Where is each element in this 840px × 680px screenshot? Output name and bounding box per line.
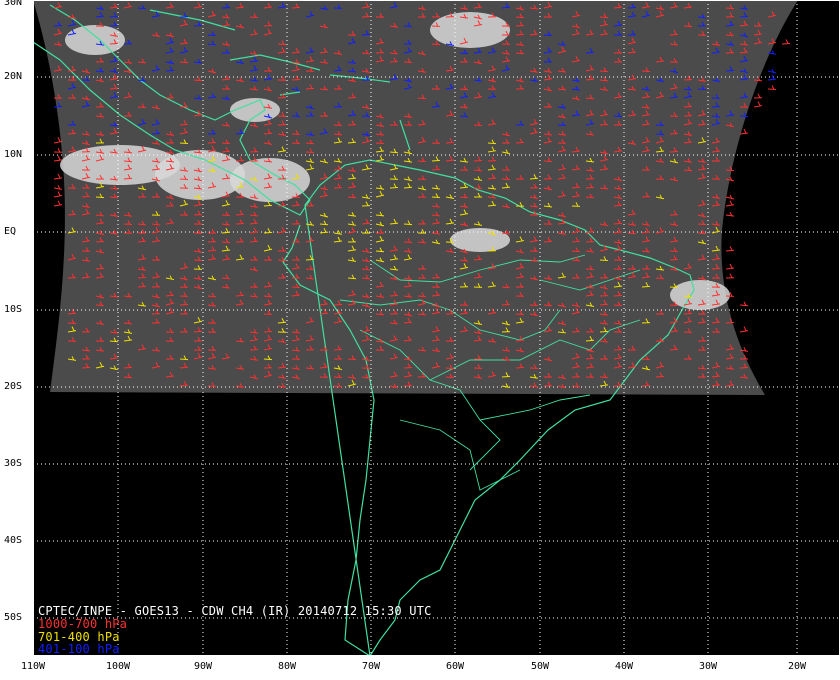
map-canvas (0, 0, 840, 680)
cloud-patch (230, 158, 310, 202)
lat-label-40s: 40S (4, 535, 23, 546)
lat-label-10n: 10N (4, 149, 23, 160)
lon-label-30w: 30W (698, 661, 718, 672)
cloud-patch (430, 12, 510, 48)
lon-label-40w: 40W (614, 661, 634, 672)
lon-label-50w: 50W (530, 661, 550, 672)
cloud-patch (65, 25, 125, 55)
lat-label-50s: 50S (4, 612, 23, 623)
lat-label-30s: 30S (4, 458, 23, 469)
lon-label-90w: 90W (193, 661, 213, 672)
legend-high-level: 401-100 hPa (38, 642, 120, 656)
legend-low-level: 1000-700 hPa (38, 617, 128, 631)
lat-label-20n: 20N (4, 71, 23, 82)
lon-label-20w: 20W (787, 661, 807, 672)
lat-label-30n: 30N (4, 0, 23, 8)
lon-label-60w: 60W (445, 661, 465, 672)
map-title: CPTEC/INPE - GOES13 - CDW CH4 (IR) 20140… (38, 604, 432, 618)
lon-label-70w: 70W (361, 661, 381, 672)
lat-label-20s: 20S (4, 381, 23, 392)
lon-label-80w: 80W (277, 661, 297, 672)
lat-label-eq: EQ (4, 226, 17, 237)
cloud-patch (670, 280, 730, 310)
satellite-image-region (33, 0, 798, 395)
left-margin (0, 0, 33, 680)
map-figure: 30N 20N 10N EQ 10S 20S 30S 40S 50S 110W … (0, 0, 840, 680)
lat-label-10s: 10S (4, 304, 23, 315)
lon-label-110w: 110W (20, 661, 46, 672)
lon-label-100w: 100W (105, 661, 131, 672)
